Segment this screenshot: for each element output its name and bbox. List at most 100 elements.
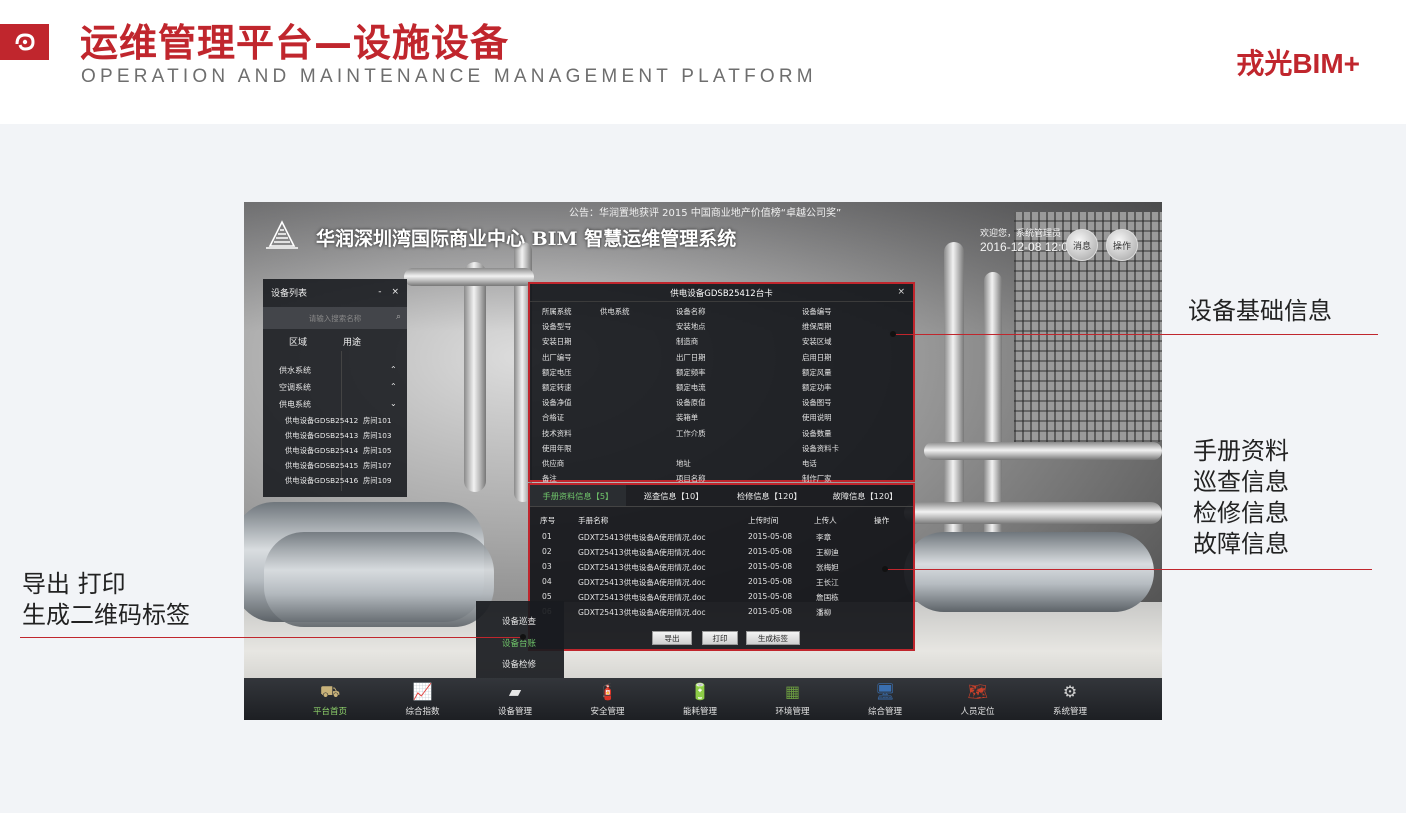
field-label: 设备名称 xyxy=(676,307,706,316)
device-list-tabs: 区域 用途 xyxy=(263,329,407,353)
category-power[interactable]: 供电系统 xyxy=(279,399,311,410)
table-row[interactable]: 04 GDXT25413供电设备A使用情况.doc 2015-05-08 王长江 xyxy=(530,575,913,590)
device-list-item[interactable]: 供电设备GDSB25415 xyxy=(285,461,358,471)
nav-item[interactable]: ▦ 环境管理 xyxy=(753,680,833,718)
close-icon[interactable]: × xyxy=(897,287,905,297)
print-button[interactable]: 打印 xyxy=(702,631,738,645)
table-cell: 潘柳 xyxy=(816,608,832,617)
nav-item-label: 综合指数 xyxy=(405,707,440,717)
table-row[interactable]: 03 GDXT25413供电设备A使用情况.doc 2015-05-08 张梅妲 xyxy=(530,560,913,575)
menu-item-inspection[interactable]: 设备巡查 xyxy=(502,615,536,627)
field-label: 设备净值 xyxy=(542,398,572,408)
column-header: 手册名称 xyxy=(578,516,609,525)
column-header: 上传时间 xyxy=(748,516,779,525)
device-list-item[interactable]: 供电设备GDSB25413 xyxy=(285,431,358,441)
table-cell: 03 xyxy=(542,562,552,571)
tab-faults[interactable]: 故障信息【120】 xyxy=(817,485,913,506)
nav-item[interactable]: 🔋 能耗管理 xyxy=(660,680,740,718)
card-field-row: 出厂编号 出厂日期 启用日期 xyxy=(530,351,913,366)
nav-item[interactable]: 🖥 综合管理 xyxy=(845,680,925,718)
table-cell: GDXT25413供电设备A使用情况.doc xyxy=(578,563,706,572)
field-label: 使用说明 xyxy=(802,413,832,423)
device-list-item[interactable]: 供电设备GDSB25412 xyxy=(285,416,358,426)
device-context-menu: 设备巡查 设备台账 设备检修 xyxy=(476,601,564,679)
table-cell: GDXT25413供电设备A使用情况.doc xyxy=(578,533,706,542)
device-list-panel: 设备列表 - × 请输入搜索名称 ⌕ 区域 用途 供水系统 ⌃ 空调系统 ⌃ 供… xyxy=(263,279,407,497)
category-water[interactable]: 供水系统 xyxy=(279,365,311,376)
table-row[interactable]: 05 GDXT25413供电设备A使用情况.doc 2015-05-08 詹国栋 xyxy=(530,590,913,605)
generate-label-button[interactable]: 生成标签 xyxy=(746,631,800,645)
minimize-icon[interactable]: - xyxy=(378,287,381,297)
close-icon[interactable]: × xyxy=(391,287,399,297)
table-cell: 04 xyxy=(542,577,552,586)
nav-item[interactable]: ▰ 设备管理 xyxy=(475,680,555,718)
table-row[interactable]: 06GDXT25413供电设备A使用情况.doc2015-05-08潘柳 xyxy=(530,605,913,620)
nav-item[interactable]: 🗺 人员定位 xyxy=(938,680,1018,718)
operation-button[interactable]: 操作 xyxy=(1106,229,1138,261)
home-platform-icon: ⛟ xyxy=(320,682,341,701)
table-cell: 2015-05-08 xyxy=(748,532,793,541)
pipe-graphic xyxy=(404,268,534,286)
menu-item-maintenance[interactable]: 设备检修 xyxy=(502,658,536,670)
tab-manuals[interactable]: 手册资料信息【5】 xyxy=(530,485,626,506)
device-box-icon: ▰ xyxy=(508,682,522,701)
device-list-item[interactable]: 供电设备GDSB25414 xyxy=(285,446,358,456)
nav-item[interactable]: ⚙ 系统管理 xyxy=(1030,680,1110,718)
slide-header: 运维管理平台—设施设备 OPERATION AND MAINTENANCE MA… xyxy=(0,0,1406,124)
table-cell: 李章 xyxy=(816,533,832,542)
device-list-title: 设备列表 xyxy=(271,288,308,299)
message-button[interactable]: 消息 xyxy=(1066,229,1098,261)
annotation-line-text: 故障信息 xyxy=(1193,530,1289,558)
card-field-row: 技术资料 工作介质 设备数量 xyxy=(530,427,913,442)
nav-item[interactable]: 🧯 安全管理 xyxy=(568,680,648,718)
tab-inspection[interactable]: 巡查信息【10】 xyxy=(626,485,722,506)
search-icon[interactable]: ⌕ xyxy=(396,312,401,322)
field-label: 额定转速 xyxy=(542,383,572,392)
table-cell: 王柳迪 xyxy=(816,548,839,557)
field-label: 设备编号 xyxy=(802,307,832,316)
menu-item-ledger[interactable]: 设备台账 xyxy=(502,637,536,649)
device-list-item[interactable]: 供电设备GDSB25416 xyxy=(285,476,358,486)
records-tabs: 手册资料信息【5】 巡查信息【10】 检修信息【120】 故障信息【120】 xyxy=(530,485,913,507)
device-card-dialog: 供电设备GDSB25412台卡 × 所属系统 供电系统 设备名称 设备编号 设备型号 安装… xyxy=(528,282,915,483)
column-header: 序号 xyxy=(540,516,556,525)
records-dialog: 手册资料信息【5】 巡查信息【10】 检修信息【120】 故障信息【120】 序… xyxy=(528,483,915,651)
table-cell: 詹国栋 xyxy=(816,593,839,602)
device-search-input[interactable]: 请输入搜索名称 ⌕ xyxy=(263,307,407,329)
annotation-line-text: 手册资料 xyxy=(1193,437,1289,465)
nav-item-label: 能耗管理 xyxy=(682,707,717,717)
chevron-up-icon[interactable]: ⌃ xyxy=(390,382,397,391)
field-label: 设备图号 xyxy=(802,398,832,408)
device-tree: 供水系统 ⌃ 空调系统 ⌃ 供电系统 ⌄ 供电设备GDSB25412 房间101… xyxy=(263,351,407,497)
datetime-text: 2016-12-08 12:00 xyxy=(980,240,1075,254)
tab-maintenance[interactable]: 检修信息【120】 xyxy=(722,485,818,506)
card-field-row: 设备型号 安装地点 维保周期 xyxy=(530,320,913,335)
tab-usage[interactable]: 用途 xyxy=(343,335,361,348)
nav-item[interactable]: ⛟ 平台首页 xyxy=(290,680,370,718)
fire-extinguisher-icon: 🧯 xyxy=(597,682,618,701)
card-field-row: 安装日期 制造商 安装区域 xyxy=(530,335,913,350)
annotation-line-text: 检修信息 xyxy=(1193,499,1289,527)
table-cell: 2015-05-08 xyxy=(748,607,793,616)
field-label: 维保周期 xyxy=(802,322,832,332)
export-button[interactable]: 导出 xyxy=(652,631,692,645)
pipe-graphic xyxy=(944,242,964,542)
tab-area[interactable]: 区域 xyxy=(289,335,307,348)
bottom-nav: ⛟ 平台首页 📈 综合指数 ▰ 设备管理 🧯 安全管理 🔋 能耗管理 ▦ 环境管理 🖥 综合管理 🗺 人员定位… xyxy=(244,678,1162,720)
category-hvac[interactable]: 空调系统 xyxy=(279,382,311,393)
chevron-up-icon[interactable]: ⌃ xyxy=(390,365,397,374)
field-value: 供电系统 xyxy=(600,307,630,316)
pipe-graphic xyxy=(924,442,1162,460)
nav-item-label: 平台首页 xyxy=(312,707,347,717)
monitor-icon: 🖥 xyxy=(875,682,896,701)
table-header: 序号 手册名称 上传时间 上传人 操作 xyxy=(530,513,913,528)
table-row[interactable]: 01 GDXT25413供电设备A使用情况.doc 2015-05-08 李章 xyxy=(530,530,913,545)
table-row[interactable]: 02 GDXT25413供电设备A使用情况.doc 2015-05-08 王柳迪 xyxy=(530,545,913,560)
chevron-down-icon[interactable]: ⌄ xyxy=(390,399,397,408)
building-logo-icon xyxy=(264,216,300,252)
welcome-text: 欢迎您，系统管理员 xyxy=(980,229,1062,239)
nav-item[interactable]: 📈 综合指数 xyxy=(383,680,463,718)
table-cell: GDXT25413供电设备A使用情况.doc xyxy=(578,548,706,557)
device-card-header: 供电设备GDSB25412台卡 × xyxy=(530,284,913,302)
annotation-line-text: 生成二维码标签 xyxy=(22,601,190,629)
